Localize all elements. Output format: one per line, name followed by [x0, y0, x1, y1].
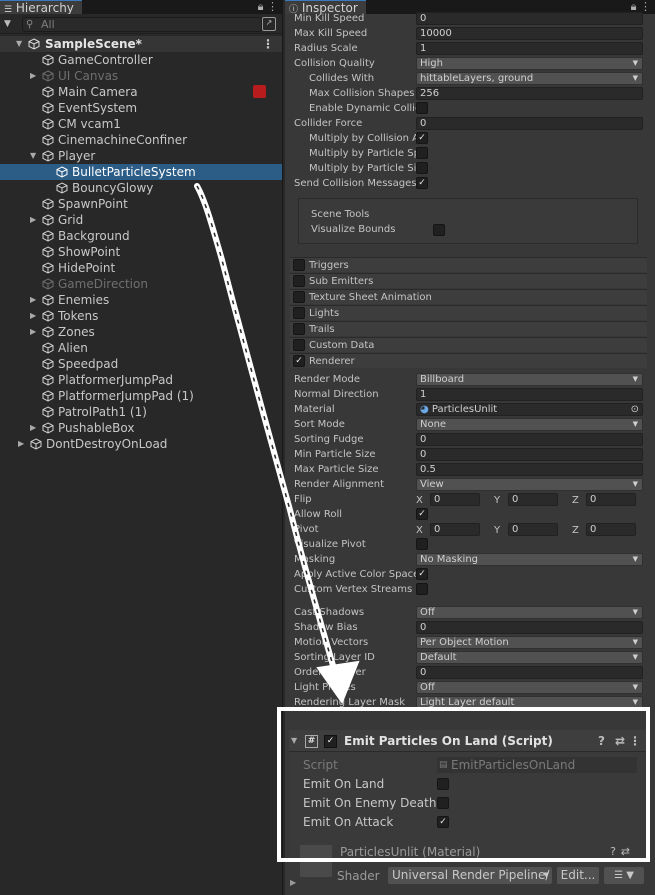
annotation-arrowhead	[316, 660, 360, 705]
annotation-arrow	[194, 183, 360, 705]
